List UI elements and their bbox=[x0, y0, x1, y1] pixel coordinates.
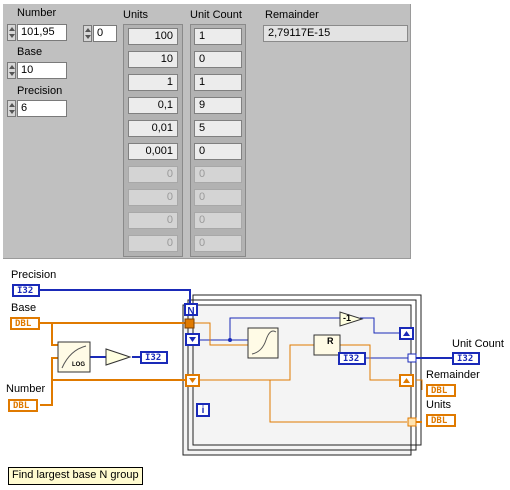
number-terminal[interactable]: DBL bbox=[8, 399, 38, 412]
units-tunnel bbox=[407, 417, 417, 427]
bd-precision-label: Precision bbox=[11, 269, 57, 281]
number-wire bbox=[51, 357, 58, 380]
number-wire bbox=[40, 379, 186, 406]
to-i32-terminal: I32 bbox=[140, 351, 168, 364]
base-tunnel bbox=[184, 318, 195, 329]
precision-terminal[interactable]: I32 bbox=[12, 284, 40, 297]
loop-count-terminal[interactable]: N bbox=[184, 303, 198, 317]
diagram-comment: Find largest base N group bbox=[8, 467, 143, 485]
to-i32-node bbox=[105, 348, 132, 366]
base-wire bbox=[51, 323, 58, 346]
log-glyph: LOG bbox=[72, 362, 85, 368]
bd-base-label: Base bbox=[11, 302, 37, 314]
bd-number-label: Number bbox=[6, 383, 46, 395]
precision-wire bbox=[40, 289, 191, 305]
units-terminal[interactable]: DBL bbox=[426, 414, 456, 427]
unit-count-terminal[interactable]: I32 bbox=[452, 352, 480, 365]
divide-glyph: R bbox=[327, 336, 334, 346]
unit-count-tunnel bbox=[407, 353, 417, 363]
decrement-glyph: -1 bbox=[343, 313, 352, 323]
bd-remainder-label: Remainder bbox=[426, 369, 480, 381]
bd-units-label: Units bbox=[426, 399, 452, 411]
quotient-i32-terminal: I32 bbox=[338, 352, 366, 365]
loop-index-terminal[interactable]: i bbox=[196, 403, 210, 417]
remainder-terminal[interactable]: DBL bbox=[426, 384, 456, 397]
bd-unit-count-label: Unit Count bbox=[452, 338, 504, 350]
base-terminal[interactable]: DBL bbox=[10, 317, 40, 330]
